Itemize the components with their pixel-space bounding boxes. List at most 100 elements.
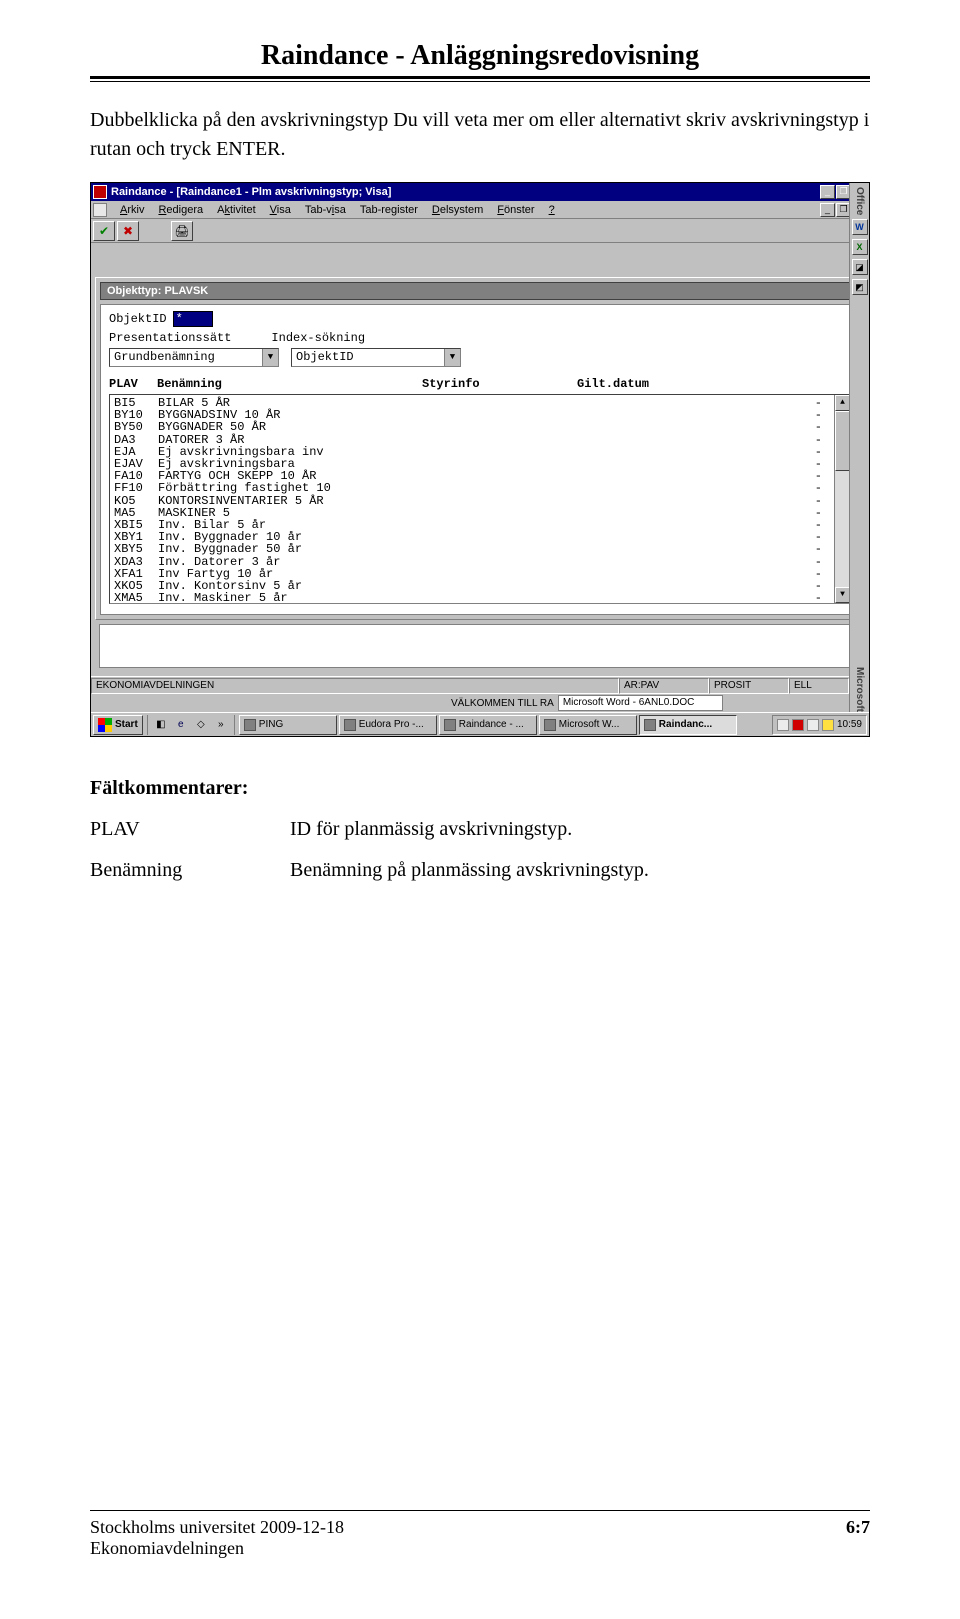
mdi-icon[interactable] [93,203,107,217]
menu-aktivitet[interactable]: Aktivitet [210,203,263,217]
list-item[interactable]: DA3DATORER 3 ÅR- [114,434,830,446]
list-item[interactable]: KO5KONTORSINVENTARIER 5 ÅR- [114,495,830,507]
office-word-icon[interactable]: W [852,219,868,235]
definition-label: Benämning [90,859,290,882]
app-icon [93,185,107,199]
header-giltdatum: Gilt.datum [577,377,851,391]
footer-org-date: Stockholms universitet 2009-12-18 [90,1517,344,1538]
app-window: Raindance - [Raindance1 - Plm avskrivnin… [90,182,870,737]
status-ell: ELL [789,678,849,694]
listbox: BI5BILAR 5 ÅR-BY10BYGGNADSINV 10 ÅR-BY50… [109,394,851,604]
footer-department: Ekonomiavdelningen [90,1538,870,1559]
tray-speaker-icon[interactable] [822,719,834,731]
page-footer: Stockholms universitet 2009-12-18 6:7 Ek… [90,1510,870,1559]
task-icon [244,719,256,731]
menu-delsystem[interactable]: Delsystem [425,203,490,217]
ok-button[interactable]: ✔ [93,221,115,241]
work-area: Objekttyp: PLAVSK ObjektID * Presentatio… [91,243,869,676]
print-button[interactable]: 🖨 [171,221,193,241]
list-item[interactable]: FF10Förbättring fastighet 10- [114,482,830,494]
presentationssatt-value: Grundbenämning [110,349,262,366]
office-excel-icon[interactable]: X [852,239,868,255]
scroll-thumb[interactable] [835,411,850,471]
indexsokning-value: ObjektID [292,349,444,366]
tray-icon[interactable] [807,719,819,731]
windows-logo-icon [98,718,112,732]
system-tray[interactable]: 10:59 [772,715,867,735]
list-item[interactable]: BY50BYGGNADER 50 ÅR- [114,421,830,433]
scrollbar[interactable]: ▲ ▼ [834,395,850,603]
taskbar-task[interactable]: PING [239,715,337,735]
footer-page-number: 6:7 [846,1517,870,1538]
definition-row: PLAVID för planmässig avskrivningstyp. [90,818,870,841]
status-msword: Microsoft Word - 6ANL0.DOC [558,695,723,711]
office-app-icon[interactable]: ◩ [852,279,868,295]
status-welcome: VÄLKOMMEN TILL RA [451,698,554,709]
tray-clock: 10:59 [837,719,862,730]
list-content[interactable]: BI5BILAR 5 ÅR-BY10BYGGNADSINV 10 ÅR-BY50… [110,395,834,603]
cancel-button[interactable]: ✖ [117,221,139,241]
tray-icon[interactable] [792,719,804,731]
status-org: EKONOMIAVDELNINGEN [91,678,619,694]
menu-bar: Arkiv Redigera Aktivitet Visa Tab-visa T… [91,201,869,219]
task-icon [444,719,456,731]
definition-label: PLAV [90,818,290,841]
scroll-up-button[interactable]: ▲ [835,395,850,411]
minimize-button[interactable]: _ [820,185,835,199]
title-underline [90,76,870,82]
table-headers: PLAV Benämning Styrinfo Gilt.datum [109,377,851,391]
quick-launch-icon[interactable]: ◇ [192,716,210,734]
status-bar-2: VÄLKOMMEN TILL RA Microsoft Word - 6ANL0… [91,694,869,712]
chevron-down-icon[interactable]: ▼ [444,349,460,366]
definition-text: ID för planmässig avskrivningstyp. [290,818,870,841]
presentationssatt-label: Presentationssätt [109,331,231,345]
list-item[interactable]: XBY5Inv. Byggnader 50 år- [114,543,830,555]
object-panel: Objekttyp: PLAVSK ObjektID * Presentatio… [95,277,865,620]
header-benamning: Benämning [157,377,422,391]
objekttyp-header: Objekttyp: PLAVSK [100,282,860,300]
list-item[interactable]: XDA3Inv. Datorer 3 år- [114,556,830,568]
indexsokning-combo[interactable]: ObjektID ▼ [291,348,461,367]
objektid-label: ObjektID [109,312,167,326]
mdi-minimize-button[interactable]: _ [820,203,835,217]
taskbar-task[interactable]: Raindance - ... [439,715,537,735]
menu-tabregister[interactable]: Tab-register [353,203,425,217]
office-app-icon[interactable]: ◪ [852,259,868,275]
menu-help[interactable]: ? [542,203,562,217]
definition-text: Benämning på planmässing avskrivningstyp… [290,859,870,882]
menu-tabvisa[interactable]: Tab-visa [298,203,353,217]
start-label: Start [115,719,138,730]
definition-row: BenämningBenämning på planmässing avskri… [90,859,870,882]
header-plav: PLAV [109,377,157,391]
taskbar: Start ◧ e ◇ » PINGEudora Pro -...Raindan… [91,712,869,736]
menu-fonster[interactable]: Fönster [490,203,541,217]
quick-launch-icon[interactable]: ◧ [152,716,170,734]
office-shortcut-bar: Office W X ◪ ◩ Microsoft [849,183,869,712]
field-comments-heading: Fältkommentarer: [90,777,870,800]
menu-arkiv[interactable]: Arkiv [113,203,151,217]
office-label: Office [854,187,865,215]
titlebar: Raindance - [Raindance1 - Plm avskrivnin… [91,183,869,201]
menu-redigera[interactable]: Redigera [151,203,210,217]
toolbar: ✔ ✖ 🖨 [91,219,869,243]
taskbar-task[interactable]: Microsoft W... [539,715,637,735]
header-styrinfo: Styrinfo [422,377,577,391]
start-button[interactable]: Start [93,715,143,735]
quick-launch-more-icon[interactable]: » [212,716,230,734]
presentationssatt-combo[interactable]: Grundbenämning ▼ [109,348,279,367]
objektid-field[interactable]: * [173,311,213,327]
list-item[interactable]: XMA5Inv. Maskiner 5 år- [114,592,830,603]
task-icon [644,719,656,731]
status-prosit: PROSIT [709,678,789,694]
taskbar-task[interactable]: Raindanc... [639,715,737,735]
taskbar-task[interactable]: Eudora Pro -... [339,715,437,735]
empty-panel [99,624,861,668]
microsoft-label: Microsoft [854,667,865,712]
scroll-down-button[interactable]: ▼ [835,587,850,603]
menu-visa[interactable]: Visa [263,203,298,217]
task-icon [344,719,356,731]
doc-title: Raindance - Anläggningsredovisning [90,40,870,72]
chevron-down-icon[interactable]: ▼ [262,349,278,366]
quick-launch-ie-icon[interactable]: e [172,716,190,734]
tray-icon[interactable] [777,719,789,731]
